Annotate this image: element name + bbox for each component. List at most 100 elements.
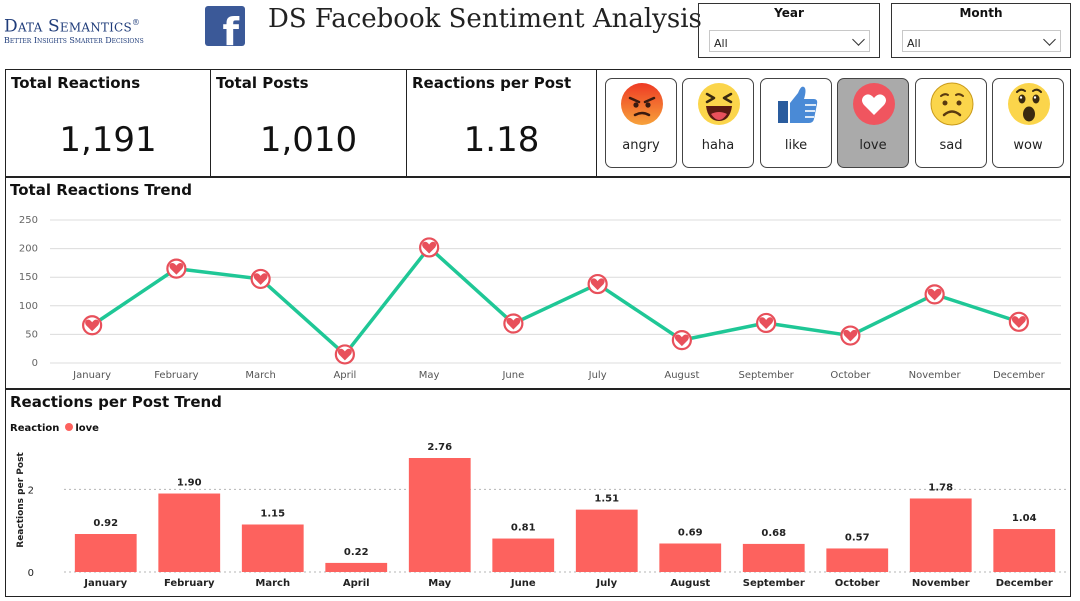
bar[interactable] [826, 548, 889, 572]
y-axis-label: Reactions per Post [16, 452, 26, 548]
chevron-down-icon [852, 33, 865, 46]
bar-chart-svg: 0 2Reactions per Post 0.92 January 1.90 Febru… [16, 442, 1066, 589]
x-tick-label: June [510, 578, 536, 589]
kpi-label: Total Posts [216, 74, 309, 92]
y-tick-label: 50 [25, 329, 38, 340]
reaction-filter-panel: angry haha like love sad wow [596, 69, 1071, 177]
thumbs-up-icon [778, 86, 818, 123]
reaction-button-wow[interactable]: wow [992, 78, 1064, 168]
series-line [91, 245, 1020, 357]
data-label: 2.76 [427, 442, 452, 453]
data-label: 0.57 [845, 532, 870, 543]
bar[interactable] [742, 543, 805, 572]
x-tick-label: April [333, 370, 356, 381]
x-tick-label: July [595, 578, 617, 589]
x-tick-label: August [670, 578, 710, 589]
x-tick-label: January [83, 578, 127, 589]
data-point-heart-marker[interactable] [924, 284, 945, 305]
x-tick-label: December [993, 370, 1046, 381]
data-label: 0.68 [761, 528, 786, 539]
haha-emoji-icon [698, 83, 740, 125]
x-tick-label: January [72, 370, 111, 381]
kpi-reactions-per-post: Reactions per Post 1.18 [406, 69, 597, 177]
x-tick-label: October [835, 578, 880, 589]
bar[interactable] [659, 543, 722, 573]
data-point-heart-marker[interactable] [587, 273, 608, 295]
data-point-heart-marker[interactable] [671, 330, 692, 351]
reaction-button-sad[interactable]: sad [915, 78, 987, 168]
reaction-label: angry [622, 138, 660, 153]
year-dropdown[interactable]: All [709, 30, 870, 52]
x-tick-label: April [343, 578, 370, 589]
brand-tagline: Better Insights Smarter Decisions [4, 35, 144, 45]
data-point-heart-marker[interactable] [419, 237, 440, 258]
bar[interactable] [158, 493, 221, 572]
reaction-button-angry[interactable]: angry [605, 78, 677, 168]
facebook-logo-icon: f [205, 6, 245, 46]
bar[interactable] [909, 498, 972, 572]
page-title: DS Facebook Sentiment Analysis [268, 4, 702, 34]
x-tick-label: August [664, 370, 699, 381]
data-label: 0.69 [678, 528, 703, 539]
kpi-label: Reactions per Post [412, 74, 572, 92]
y-tick-label: 250 [19, 215, 38, 226]
bar[interactable] [74, 534, 137, 572]
bar[interactable] [492, 538, 555, 572]
data-point-heart-marker[interactable] [166, 258, 187, 279]
reaction-label: like [784, 138, 808, 153]
data-point-heart-marker[interactable] [840, 325, 861, 346]
brand-logo: Data Semantics® Better Insights Smarter … [4, 14, 194, 46]
data-label: 0.92 [93, 518, 118, 529]
month-dropdown-value: All [907, 37, 921, 50]
data-label: 1.78 [928, 482, 953, 493]
kpi-value: 1.18 [463, 120, 540, 160]
data-label: 1.90 [177, 478, 202, 489]
data-point-heart-marker[interactable] [503, 313, 524, 334]
reaction-label: sad [939, 138, 963, 153]
year-dropdown-value: All [714, 37, 728, 50]
kpi-total-reactions: Total Reactions 1,191 [5, 69, 211, 177]
data-point-heart-marker[interactable] [756, 312, 777, 334]
kpi-value: 1,010 [259, 120, 358, 160]
reaction-label: haha [701, 138, 735, 153]
data-label: 1.51 [594, 494, 619, 505]
x-tick-label: July [588, 370, 607, 381]
bar[interactable] [325, 562, 388, 572]
brand-name: Data Semantics [4, 16, 132, 37]
reaction-label: love [859, 138, 887, 153]
reaction-button-love[interactable]: love [837, 78, 909, 168]
x-tick-label: November [912, 578, 970, 589]
y-tick-label: 200 [19, 244, 38, 255]
x-tick-label: March [245, 370, 275, 381]
bar[interactable] [241, 524, 304, 573]
y-tick-label: 100 [19, 301, 38, 312]
month-dropdown[interactable]: All [902, 30, 1061, 52]
total-reactions-trend-chart: Total Reactions Trend 0 50 100 150 200 250 Jan… [5, 177, 1071, 389]
data-label: 1.04 [1012, 513, 1037, 524]
x-tick-label: February [164, 578, 215, 589]
data-label: 0.22 [344, 547, 369, 558]
line-chart-svg: 0 50 100 150 200 250 January February March April… [19, 215, 1061, 381]
y-tick-label: 0 [32, 358, 38, 369]
x-tick-label: June [501, 370, 524, 381]
year-slicer: Year All [698, 3, 880, 58]
bar[interactable] [575, 509, 638, 572]
data-point-heart-marker[interactable] [250, 268, 271, 290]
data-point-heart-marker[interactable] [1008, 311, 1029, 332]
data-point-heart-marker[interactable] [82, 315, 103, 336]
kpi-label: Total Reactions [11, 74, 141, 92]
bar[interactable] [993, 529, 1056, 572]
reactions-per-post-trend-chart: Reactions per Post Trend Reaction love 02… [5, 389, 1071, 597]
reaction-button-like[interactable]: like [760, 78, 832, 168]
registered-mark: ® [131, 18, 141, 27]
x-tick-label: September [738, 370, 794, 381]
reaction-label: wow [1013, 138, 1043, 153]
data-point-heart-marker[interactable] [334, 344, 355, 365]
x-tick-label: November [909, 370, 962, 381]
y-tick-label: 150 [19, 272, 38, 283]
y-tick-label: 0 [28, 568, 34, 579]
kpi-total-posts: Total Posts 1,010 [210, 69, 407, 177]
chevron-down-icon [1043, 33, 1056, 46]
bar[interactable] [408, 458, 471, 572]
reaction-button-haha[interactable]: haha [682, 78, 754, 168]
